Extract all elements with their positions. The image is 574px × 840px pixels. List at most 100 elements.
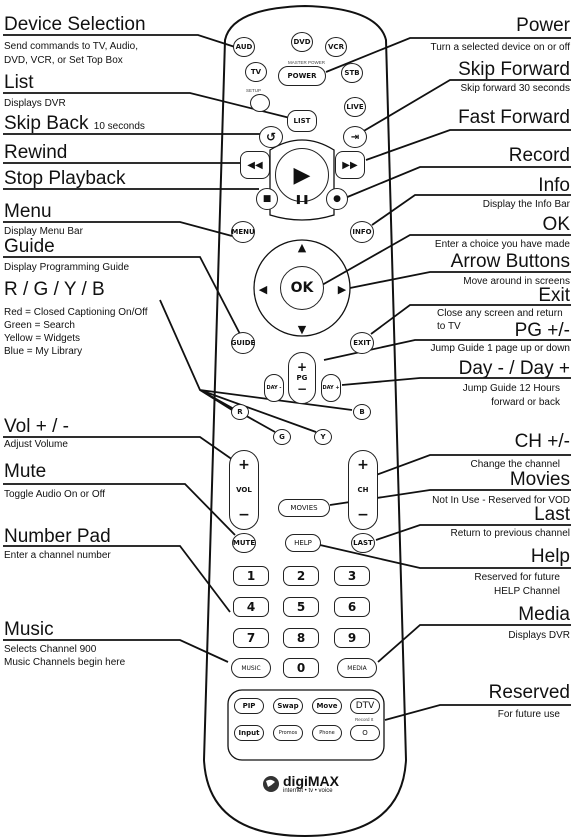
skip-forward-button[interactable]: ⇥ [343, 126, 367, 148]
green-button[interactable]: G [273, 429, 291, 445]
day-plus-button[interactable]: DAY + [321, 374, 341, 402]
vcr-button[interactable]: VCR [325, 37, 347, 57]
skip-back-note: 10 seconds [93, 121, 145, 132]
media-button[interactable]: MEDIA [337, 658, 377, 678]
label-ok: OK [542, 214, 570, 235]
label-media: Media [518, 604, 570, 625]
stop-button[interactable]: ■ [256, 188, 278, 210]
list-button[interactable]: LIST [287, 110, 317, 132]
channel-rocker[interactable]: + CH − [348, 450, 378, 530]
key-7[interactable]: 7 [233, 628, 269, 648]
key-1[interactable]: 1 [233, 566, 269, 586]
label-device-selection: Device Selection [4, 14, 146, 35]
label-music: Music [4, 619, 54, 640]
label-reserved: Reserved [488, 682, 570, 703]
desc-reserved: For future use [497, 709, 560, 720]
right-arrow-button[interactable]: ▶ [333, 279, 351, 299]
key-5[interactable]: 5 [283, 597, 319, 617]
phone-button[interactable]: Phone [312, 725, 342, 741]
pause-button[interactable]: ❚❚ [291, 190, 313, 210]
desc-media: Displays DVR [508, 630, 570, 641]
dvd-button[interactable]: DVD [291, 32, 313, 52]
key-3[interactable]: 3 [334, 566, 370, 586]
master-power-label: MASTER POWER [288, 60, 326, 65]
dtv-button[interactable]: DTV [350, 698, 380, 714]
right-arrow-icon: ▶ [337, 282, 347, 296]
rewind-button[interactable]: ◀◀ [240, 151, 270, 179]
aud-button[interactable]: AUD [233, 37, 255, 57]
stb-button[interactable]: STB [341, 63, 363, 83]
left-arrow-button[interactable]: ◀ [254, 279, 272, 299]
desc-list: Displays DVR [4, 98, 66, 109]
left-arrow-icon: ◀ [258, 282, 268, 296]
volume-rocker[interactable]: + VOL − [229, 450, 259, 530]
music-button[interactable]: MUSIC [231, 658, 271, 678]
info-button[interactable]: INFO [350, 221, 374, 243]
desc-help-2: HELP Channel [494, 586, 560, 597]
desc-vol: Adjust Volume [4, 439, 68, 450]
up-arrow-button[interactable]: ▲ [290, 238, 314, 256]
pg-minus[interactable]: − [297, 382, 307, 396]
o-button[interactable]: O [350, 725, 380, 741]
ch-label: CH [357, 485, 369, 494]
label-mute: Mute [4, 461, 47, 482]
desc-rgyb-red: Red = Closed Captioning On/Off [4, 307, 148, 318]
tv-button[interactable]: TV [245, 62, 267, 82]
power-button[interactable]: POWER [278, 66, 326, 86]
pip-button[interactable]: PIP [234, 698, 264, 714]
vol-label: VOL [236, 485, 252, 494]
key-6[interactable]: 6 [334, 597, 370, 617]
desc-guide: Display Programming Guide [4, 262, 130, 273]
ch-minus[interactable]: − [357, 507, 369, 523]
day-minus-button[interactable]: DAY - [264, 374, 284, 402]
yellow-button[interactable]: Y [314, 429, 332, 445]
pg-plus[interactable]: + [297, 360, 307, 374]
digimax-logo: digiMAX internet • tv • voice [262, 774, 339, 794]
exit-button[interactable]: EXIT [350, 332, 374, 354]
fast-forward-button[interactable]: ▶▶ [335, 151, 365, 179]
blue-button[interactable]: B [353, 404, 371, 420]
live-button[interactable]: LIVE [344, 97, 366, 117]
swap-button[interactable]: Swap [273, 698, 303, 714]
skip-forward-icon: ⇥ [350, 131, 360, 143]
label-help: Help [530, 546, 570, 567]
key-2[interactable]: 2 [283, 566, 319, 586]
line-record [344, 166, 571, 199]
guide-button[interactable]: GUIDE [231, 332, 255, 354]
record-button[interactable]: ● [326, 188, 348, 210]
skip-back-button[interactable]: ↺ [259, 126, 283, 148]
ch-plus[interactable]: + [357, 457, 369, 473]
pg-label: PG [296, 374, 308, 382]
desc-last: Return to previous channel [450, 528, 570, 539]
desc-help-1: Reserved for future [474, 572, 560, 583]
promos-button[interactable]: Promos [273, 725, 303, 741]
movies-button[interactable]: MOVIES [278, 499, 330, 517]
desc-ok: Enter a choice you have made [434, 239, 570, 250]
vol-minus[interactable]: − [238, 507, 250, 523]
label-skip-back: Skip Back 10 seconds [4, 113, 145, 134]
last-button[interactable]: LAST [351, 533, 375, 553]
key-0[interactable]: 0 [283, 658, 319, 678]
ok-button[interactable]: OK [280, 266, 324, 310]
setup-button[interactable] [250, 94, 270, 112]
desc-skip-forward: Skip forward 30 seconds [460, 83, 570, 94]
pause-icon: ❚❚ [294, 195, 310, 205]
menu-button[interactable]: MENU [231, 221, 255, 243]
move-button[interactable]: Move [312, 698, 342, 714]
desc-device-2: DVD, VCR, or Set Top Box [4, 55, 123, 66]
label-power: Power [516, 15, 570, 36]
down-arrow-button[interactable]: ▼ [290, 320, 314, 338]
key-8[interactable]: 8 [283, 628, 319, 648]
logo-tagline: internet • tv • voice [283, 788, 333, 794]
vol-plus[interactable]: + [238, 457, 250, 473]
mute-button[interactable]: MUTE [232, 533, 256, 553]
label-movies: Movies [509, 469, 570, 490]
red-button[interactable]: R [231, 404, 249, 420]
help-button[interactable]: HELP [285, 534, 321, 552]
input-button[interactable]: Input [234, 725, 264, 741]
key-9[interactable]: 9 [334, 628, 370, 648]
label-info: Info [538, 175, 570, 196]
key-4[interactable]: 4 [233, 597, 269, 617]
pg-rocker[interactable]: + PG − [288, 352, 316, 404]
label-last: Last [534, 504, 570, 525]
